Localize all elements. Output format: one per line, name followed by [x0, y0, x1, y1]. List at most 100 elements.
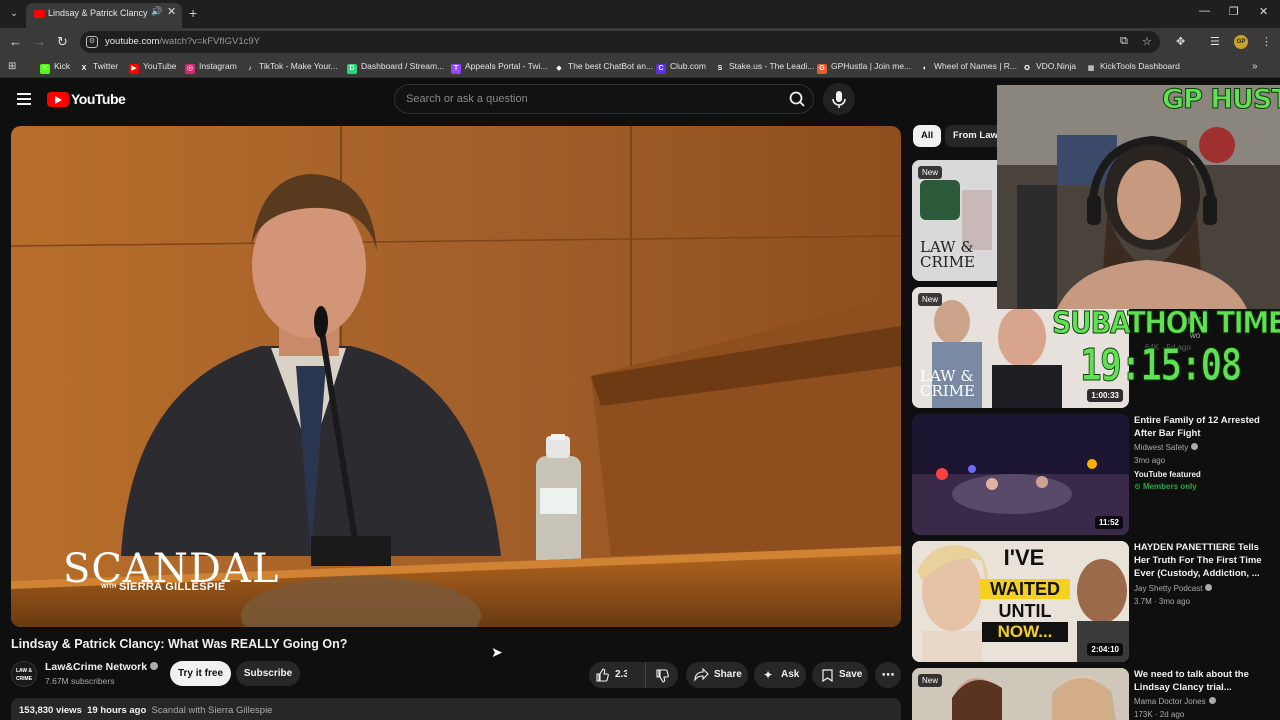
save-label: Save	[839, 669, 863, 680]
bookmarks-overflow-icon[interactable]: »	[1252, 61, 1258, 72]
cast-icon[interactable]: ⧉	[1120, 35, 1128, 48]
related-title-4[interactable]: HAYDEN PANETTIERE Tells Her Truth For Th…	[1134, 541, 1264, 580]
video-title: Lindsay & Patrick Clancy: What Was REALL…	[11, 637, 348, 651]
browser-menu-icon[interactable]: ⋮	[1261, 35, 1272, 48]
address-bar[interactable]: ⚙ youtube.com/watch?v=kFVfIGV1c9Y	[80, 31, 1160, 53]
thumbnail-brand-text: LAW & CRIME	[920, 238, 976, 271]
reload-icon[interactable]: ↻	[57, 34, 68, 50]
window-close-button[interactable]: ✕	[1259, 5, 1268, 18]
bookmark-item[interactable]: G GPHustla | Join me...	[817, 61, 911, 74]
bookmark-item[interactable]: C Club.com	[656, 61, 706, 74]
members-icon: ⊙	[1134, 482, 1143, 491]
bookmark-label: TikTok - Make Your...	[259, 61, 338, 71]
related-title-3[interactable]: Entire Family of 12 Arrested After Bar F…	[1134, 414, 1264, 440]
related-channel-5[interactable]: Mama Doctor Jones	[1134, 697, 1216, 706]
bookmark-label: Instagram	[199, 61, 237, 71]
profile-avatar[interactable]: GP	[1234, 35, 1248, 49]
ask-button[interactable]: ✦ Ask	[754, 662, 806, 688]
chip-from-channel[interactable]: From Law&	[945, 125, 1005, 147]
search-placeholder: Search or ask a question	[406, 93, 528, 105]
tab-search-chevron-icon[interactable]: ⌄	[6, 6, 22, 22]
bookmark-item[interactable]: K Kick	[40, 61, 70, 74]
save-button[interactable]: Save	[812, 662, 868, 688]
chip-all[interactable]: All	[913, 125, 942, 147]
related-thumbnail-3[interactable]: 11:52	[912, 414, 1129, 535]
related-members-3: ⊙ Members only	[1134, 482, 1197, 491]
bookmark-item[interactable]: ▶ YouTube	[129, 61, 176, 74]
share-button[interactable]: Share	[686, 662, 748, 688]
guide-menu-icon[interactable]	[17, 93, 31, 105]
bookmark-item[interactable]: ✪ VDO.Ninja	[1022, 61, 1076, 74]
related-title-5[interactable]: We need to talk about the Lindsay Clancy…	[1134, 668, 1264, 694]
bookmark-favicon-icon: K	[40, 64, 50, 74]
tab-close-icon[interactable]: ✕	[167, 5, 176, 18]
bookmark-favicon-icon: ◎	[185, 64, 195, 74]
like-count-area[interactable]	[627, 662, 645, 688]
bookmark-favicon-icon: ◐	[920, 64, 930, 74]
youtube-logo-icon[interactable]	[47, 92, 69, 107]
bookmark-item[interactable]: X Twitter	[79, 61, 118, 74]
bookmark-favicon-icon: T	[451, 64, 461, 74]
bookmark-label: Appeals Portal - Twi...	[465, 61, 548, 71]
show-overlay-with: WITH	[101, 584, 117, 590]
bookmark-item[interactable]: ◆ The best ChatBot an...	[554, 61, 653, 74]
dislike-button[interactable]	[645, 662, 678, 688]
like-button[interactable]: 2.3K	[589, 662, 636, 688]
thumbs-up-icon	[596, 668, 609, 682]
bookmark-favicon-icon: ◆	[554, 64, 564, 74]
more-actions-icon[interactable]: ⋯	[875, 662, 901, 688]
bookmark-label: YouTube	[143, 61, 177, 71]
bookmark-label: The best ChatBot an...	[568, 61, 654, 71]
bookmark-star-icon[interactable]: ☆	[1142, 35, 1152, 48]
bookmark-label: Club.com	[670, 61, 706, 71]
reading-list-icon[interactable]: ☰	[1210, 35, 1220, 48]
bookmark-favicon-icon: C	[656, 64, 666, 74]
bookmark-label: Stake.us - The Leadi...	[729, 61, 815, 71]
channel-name[interactable]: Law&Crime Network	[45, 661, 159, 673]
related-thumbnail-5[interactable]: New	[912, 668, 1129, 720]
bookmark-item[interactable]: D Dashboard / Stream...	[347, 61, 444, 74]
bookmarks-bar: ⊞ » K Kick X Twitter ▶ YouTube ◎ Instagram ♪ TikT…	[0, 56, 1280, 78]
site-info-icon[interactable]: ⚙	[86, 36, 98, 48]
subscriber-count: 7.67M subscribers	[45, 676, 115, 686]
mouse-cursor-icon: ➤	[491, 644, 503, 660]
minimize-button[interactable]: —	[1199, 5, 1210, 17]
tab-title: Lindsay & Patrick Clancy: W	[48, 8, 148, 18]
bookmark-favicon-icon: ▦	[1086, 64, 1096, 74]
related-channel-4[interactable]: Jay Shetty Podcast	[1134, 584, 1213, 593]
video-player[interactable]: SCANDAL WITH SIERRA GILLESPIE	[11, 126, 901, 627]
bookmark-item[interactable]: ◎ Instagram	[185, 61, 237, 74]
bookmark-item[interactable]: ▦ KickTools Dashboard	[1086, 61, 1180, 74]
bookmark-item[interactable]: ◐ Wheel of Names | R...	[920, 61, 1017, 74]
forward-arrow-icon[interactable]: →	[33, 34, 46, 49]
voice-search-mic-icon[interactable]	[823, 83, 855, 115]
back-arrow-icon[interactable]: ←	[9, 34, 22, 49]
thumbnail-text-3: UNTIL	[998, 601, 1052, 621]
try-it-free-button[interactable]: Try it free	[170, 661, 231, 686]
subscribe-button[interactable]: Subscribe	[236, 661, 300, 686]
bookmark-label: GPHustla | Join me...	[831, 61, 912, 71]
channel-avatar[interactable]: LAW & CRIME	[11, 661, 37, 687]
search-input[interactable]: Search or ask a question	[394, 84, 814, 114]
new-badge: New	[918, 674, 943, 687]
apps-grid-icon[interactable]: ⊞	[8, 61, 16, 72]
bookmark-favicon-icon: D	[347, 64, 357, 74]
search-icon[interactable]	[783, 84, 811, 114]
related-thumbnail-4[interactable]: I'VE WAITED UNTIL NOW... 2:04:10	[912, 541, 1129, 662]
verified-icon	[150, 662, 159, 670]
bookmark-label: Wheel of Names | R...	[934, 61, 1017, 71]
related-channel-3[interactable]: Midwest Safety	[1134, 443, 1199, 452]
bookmark-item[interactable]: S Stake.us - The Leadi...	[715, 61, 814, 74]
extensions-icon[interactable]: ✥	[1176, 35, 1185, 48]
bookmark-item[interactable]: T Appeals Portal - Twi...	[451, 61, 548, 74]
youtube-wordmark[interactable]: YouTube	[71, 91, 126, 107]
browser-tab-active[interactable]: Lindsay & Patrick Clancy: W 🔊 ✕	[26, 3, 182, 28]
bookmark-item[interactable]: ♪ TikTok - Make Your...	[245, 61, 338, 74]
restore-button[interactable]: ❐	[1229, 5, 1239, 18]
description-box[interactable]: 153,830 views 19 hours ago Scandal with …	[11, 698, 901, 720]
new-tab-button[interactable]: +	[189, 5, 197, 21]
verified-icon	[1208, 697, 1216, 704]
thumbnail-text-1: I'VE	[1003, 545, 1045, 570]
audio-playing-icon[interactable]: 🔊	[151, 6, 162, 17]
sparkle-icon: ✦	[763, 668, 774, 682]
